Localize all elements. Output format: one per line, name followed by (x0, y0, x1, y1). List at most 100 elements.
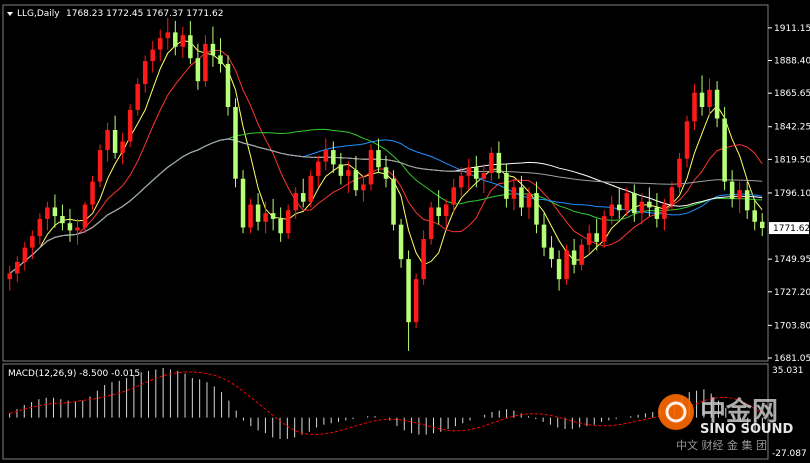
candle (158, 29, 163, 62)
candle (707, 78, 712, 116)
candle-body (737, 190, 742, 199)
candle-body (203, 43, 208, 82)
candle-body (82, 204, 88, 228)
candle (120, 132, 125, 165)
candle-body (75, 227, 80, 231)
candle-body (699, 92, 705, 107)
candle (75, 218, 80, 245)
candle-body (105, 129, 110, 151)
macd-min-label: -27.087 (772, 449, 807, 459)
candle-body (45, 207, 50, 219)
candle (90, 175, 95, 211)
ohlc-label: 1768.23 1772.45 1767.37 1771.62 (66, 9, 223, 19)
candle (744, 181, 750, 219)
candle (60, 204, 65, 231)
candle (413, 273, 419, 328)
candle (466, 158, 472, 191)
candle-body (97, 150, 103, 182)
candle (316, 155, 321, 188)
candle-body (391, 178, 396, 225)
watermark-en: SINO SOUND (700, 422, 794, 437)
candle (391, 170, 396, 231)
candle (383, 155, 389, 188)
candle (112, 115, 118, 159)
watermark-logo-icon (658, 394, 694, 430)
candle-body (270, 213, 276, 219)
candle-body (135, 84, 140, 110)
candle (285, 204, 291, 239)
candle-body (218, 55, 223, 64)
candle-body (451, 187, 456, 205)
candle (534, 181, 539, 234)
candle-body (112, 129, 118, 153)
y-tick-label: 1911.15 (774, 24, 810, 34)
current-price-label: 1771.62 (773, 224, 810, 234)
candle (52, 194, 58, 228)
watermark-sub: 中文 财经 金 集 团 (676, 438, 767, 452)
candle (263, 201, 268, 234)
candle-body (692, 92, 697, 122)
candle (270, 198, 276, 231)
candle (7, 266, 13, 291)
candle (97, 144, 103, 188)
candle-body (601, 216, 607, 242)
chart-header: LLG,Daily 1768.23 1772.45 1767.37 1771.6… (7, 9, 223, 19)
price-chart[interactable]: LLG,Daily 1768.23 1772.45 1767.37 1771.6… (0, 0, 810, 463)
candle-body (466, 167, 472, 176)
candle-body (120, 141, 125, 153)
candle (571, 238, 577, 274)
candle-body (30, 236, 35, 248)
y-tick-label: 1749.95 (774, 255, 810, 265)
candle (255, 193, 261, 231)
candle-body (564, 250, 569, 280)
candle-body (519, 187, 524, 208)
candle (699, 75, 705, 116)
dropdown-triangle-icon[interactable] (7, 12, 13, 16)
candle (300, 178, 306, 208)
candle-body (489, 152, 494, 173)
candle-body (684, 121, 690, 159)
candle (737, 181, 742, 214)
candle (105, 122, 110, 162)
candle-body (398, 224, 404, 260)
candle (714, 81, 720, 128)
candle (639, 193, 645, 225)
candle (752, 198, 757, 231)
candle (729, 170, 735, 208)
candle (481, 164, 487, 194)
candle-body (15, 261, 20, 274)
candle-body (729, 181, 735, 199)
candle-body (677, 158, 682, 188)
current-price-marker: 1771.62 (769, 222, 810, 235)
candle-body (361, 184, 366, 191)
candle-body (60, 216, 65, 224)
candle (218, 38, 223, 73)
candle (526, 187, 532, 219)
candle-body (225, 63, 231, 107)
candle (579, 238, 584, 271)
candle-body (436, 207, 441, 217)
candle (586, 224, 592, 254)
candle-body (285, 210, 291, 234)
candle-body (67, 223, 73, 231)
candle-body (248, 204, 253, 228)
candle (165, 18, 171, 50)
candle (30, 230, 35, 260)
candle (331, 141, 336, 173)
candle (22, 241, 28, 271)
candle-body (158, 38, 163, 50)
candle-body (571, 250, 577, 265)
candle (45, 201, 50, 231)
candle-body (37, 218, 43, 237)
y-tick-label: 1703.80 (774, 321, 810, 331)
candle-body (421, 238, 426, 280)
candle (346, 161, 351, 194)
candle-body (722, 118, 727, 182)
candle (142, 55, 148, 93)
candle-body (594, 233, 599, 242)
y-tick-label: 1796.10 (774, 189, 810, 199)
macd-label: MACD(12,26,9) -8.500 -0.015 (8, 369, 140, 379)
candle (722, 106, 727, 191)
candle-body (511, 187, 517, 199)
candle (398, 218, 404, 268)
